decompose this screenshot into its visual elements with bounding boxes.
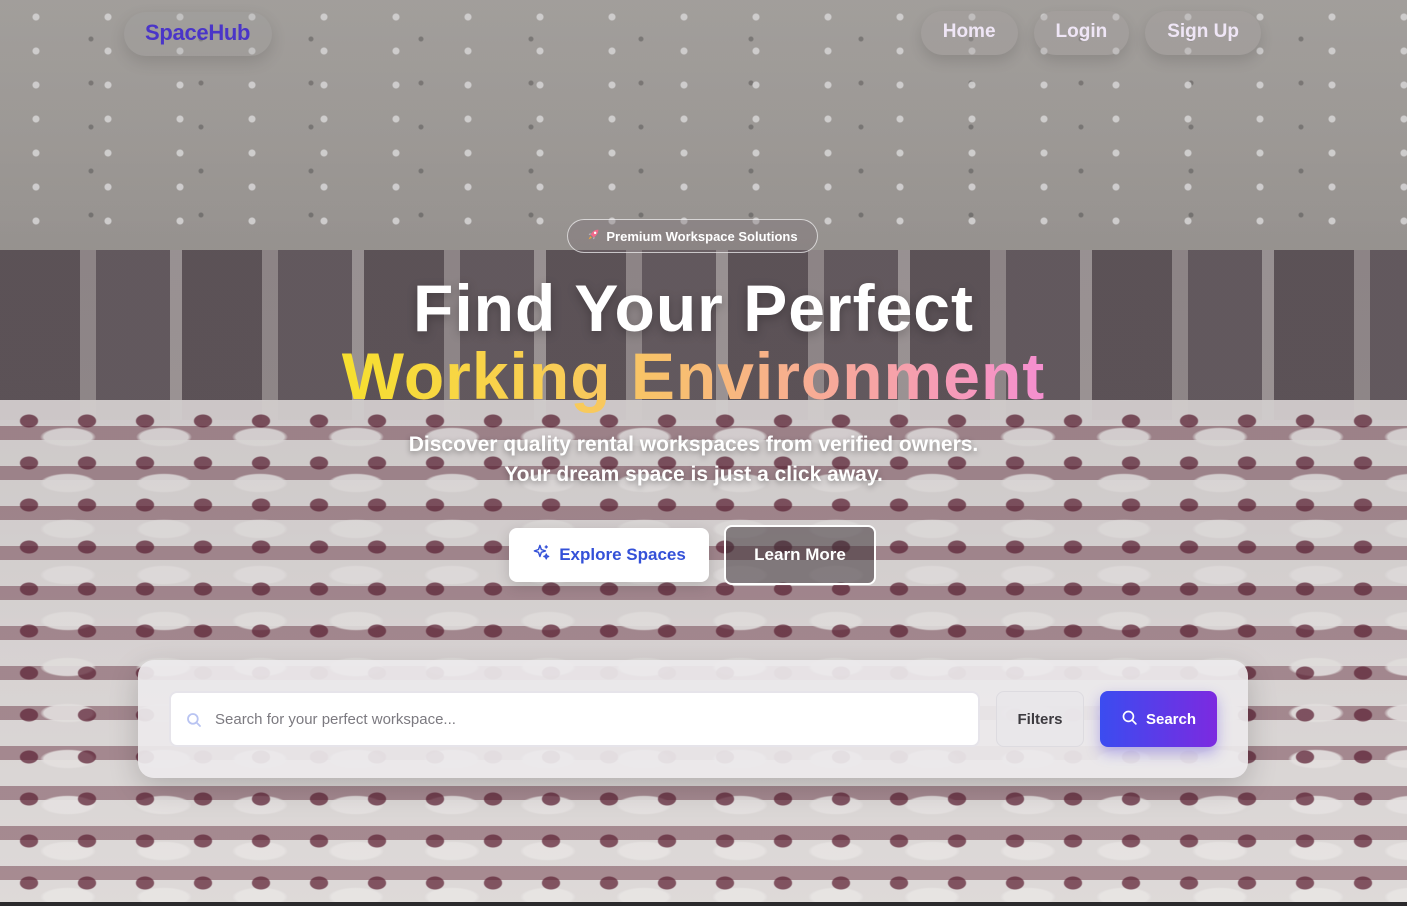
search-icon (1121, 709, 1138, 730)
rocket-icon (587, 228, 600, 244)
hero-headline-line2: Working Environment (0, 338, 1407, 414)
filters-button[interactable]: Filters (996, 691, 1084, 747)
nav-home-link[interactable]: Home (920, 11, 1018, 55)
hero-headline-line1: Find Your Perfect (413, 271, 974, 345)
main-nav: Home Login Sign Up (920, 11, 1261, 55)
hero-subtitle: Discover quality rental workspaces from … (0, 430, 1407, 490)
explore-spaces-button[interactable]: Explore Spaces (509, 528, 709, 582)
hero-subtitle-line1: Discover quality rental workspaces from … (408, 433, 979, 456)
search-button[interactable]: Search (1100, 691, 1217, 747)
hero-headline-gradient-text: Working Environment (341, 339, 1046, 413)
brand-logo[interactable]: SpaceHub (124, 12, 273, 56)
nav-signup-link[interactable]: Sign Up (1145, 11, 1261, 55)
search-field-icon (185, 711, 203, 729)
premium-badge-label: Premium Workspace Solutions (606, 228, 798, 244)
learn-more-button[interactable]: Learn More (724, 525, 876, 585)
search-field (169, 691, 980, 747)
nav-login-link[interactable]: Login (1033, 11, 1130, 55)
hero-subtitle-line2: Your dream space is just a click away. (504, 463, 883, 486)
search-panel: Filters Search (138, 660, 1248, 778)
search-button-label: Search (1145, 710, 1197, 728)
explore-spaces-label: Explore Spaces (559, 545, 686, 564)
search-input[interactable] (171, 693, 978, 745)
page-bottom-border (0, 902, 1407, 906)
sparkles-icon (532, 543, 551, 567)
premium-badge: Premium Workspace Solutions (567, 219, 818, 253)
